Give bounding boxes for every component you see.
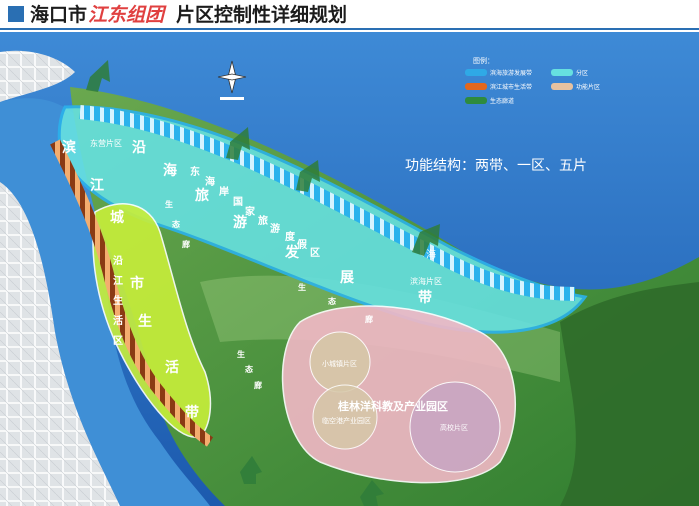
eco-corridor-3-char: 廊 xyxy=(254,380,262,390)
living-district-char: 江 xyxy=(113,274,123,287)
legend-swatch-eco xyxy=(465,97,487,104)
eco-corridor-3-char: 生 xyxy=(237,349,245,359)
legend-label-coastal: 滨海旅游发展带 xyxy=(490,70,533,77)
eco-corridor-2-char: 廊 xyxy=(365,314,373,324)
living-district-char: 活 xyxy=(113,314,123,327)
science-park-label: 桂林洋科教及产业园区 xyxy=(337,399,448,413)
coastal-belt-char: 海 xyxy=(163,162,177,179)
function-structure: 功能结构：两带、一区、五片 xyxy=(405,158,587,174)
legend-item-eco: 生态廊道 xyxy=(465,96,514,105)
legend-item-river-belt: 滨江城市生活带 xyxy=(465,82,532,91)
river-belt-char: 滨 xyxy=(62,139,76,156)
resort-zone-char: 旅 xyxy=(258,214,268,227)
legend-swatch-district xyxy=(551,83,573,90)
eco-corridor-3-char: 态 xyxy=(245,364,253,374)
eco-corridor-2-char: 态 xyxy=(328,296,336,306)
river-belt-char: 江 xyxy=(90,177,104,194)
coastal-belt-char: 带 xyxy=(418,290,432,306)
legend-label-eco: 生态廊道 xyxy=(490,98,515,105)
river-belt-char: 城 xyxy=(110,209,124,226)
small-town-label: 小城镇片区 xyxy=(322,359,357,368)
title-suffix: 片区控制性详细规划 xyxy=(176,4,348,26)
title-square-icon xyxy=(8,6,24,22)
coastal-belt-char: 展 xyxy=(340,270,354,286)
coastal-belt-char: 沿 xyxy=(132,140,146,156)
eco-corridor-1-char: 生 xyxy=(165,199,173,209)
mangrove-east xyxy=(560,282,699,506)
resort-zone-char: 区 xyxy=(310,247,320,259)
eco-corridor-1-char: 态 xyxy=(172,219,180,229)
river-belt-char: 带 xyxy=(185,405,199,421)
resort-zone-char: 度 xyxy=(285,230,296,243)
eco-corridor-2-char: 生 xyxy=(298,282,306,292)
legend-swatch-zone xyxy=(551,69,573,76)
legend-swatch-coastal xyxy=(465,69,487,76)
river-belt-char: 市 xyxy=(130,275,144,292)
legend-label-zone: 分区 xyxy=(576,70,589,77)
resort-zone-char: 海 xyxy=(205,175,215,188)
district-coast-label: 滨海片区 xyxy=(410,276,442,286)
legend-swatch-river xyxy=(465,83,487,90)
legend-item-district: 功能片区 xyxy=(551,82,600,91)
industry-label: 临空港产业园区 xyxy=(322,416,371,425)
title-name: 江东组团 xyxy=(88,4,165,26)
plan-map: 沿海旅游发展带 滨江城市生活带 东海岸国家旅游度假区 生态廊 生态廊 生态廊 沿… xyxy=(0,32,699,506)
resort-zone-char: 家 xyxy=(245,205,256,218)
resort-zone-char: 假 xyxy=(297,238,308,251)
river-belt-char: 生 xyxy=(138,313,152,330)
living-district-char: 区 xyxy=(113,335,123,347)
resort-zone-char: 游 xyxy=(270,222,280,235)
resort-zone-char: 岸 xyxy=(219,185,229,198)
map-page: 海口市 江东组团 片区控制性详细规划 沿 海 旅 游 发 展 带 滨 江 城 市… xyxy=(0,0,699,506)
resort-zone-char: 东 xyxy=(190,165,200,178)
legend-title: 图例： xyxy=(473,57,494,65)
eco-corridor-1-char: 廊 xyxy=(182,239,190,249)
living-district-char: 生 xyxy=(113,294,123,307)
legend-item-coastal-belt: 滨海旅游发展带 xyxy=(465,68,532,77)
resort-zone-char: 国 xyxy=(233,196,243,208)
district-dongying-label: 东营片区 xyxy=(90,138,122,148)
legend-label-river: 滨江城市生活带 xyxy=(490,84,533,91)
title-bar: 海口市 江东组团 片区控制性详细规划 xyxy=(0,0,699,30)
coast-label: 海 xyxy=(426,248,436,261)
university-label: 高校片区 xyxy=(440,423,468,432)
river-belt-char: 活 xyxy=(165,359,179,376)
legend-item-zone: 分区 xyxy=(551,68,588,77)
title-prefix: 海口市 xyxy=(30,4,88,26)
legend-label-district: 功能片区 xyxy=(576,84,601,91)
coastal-belt-char: 旅 xyxy=(195,187,209,204)
living-district-char: 沿 xyxy=(113,254,123,267)
